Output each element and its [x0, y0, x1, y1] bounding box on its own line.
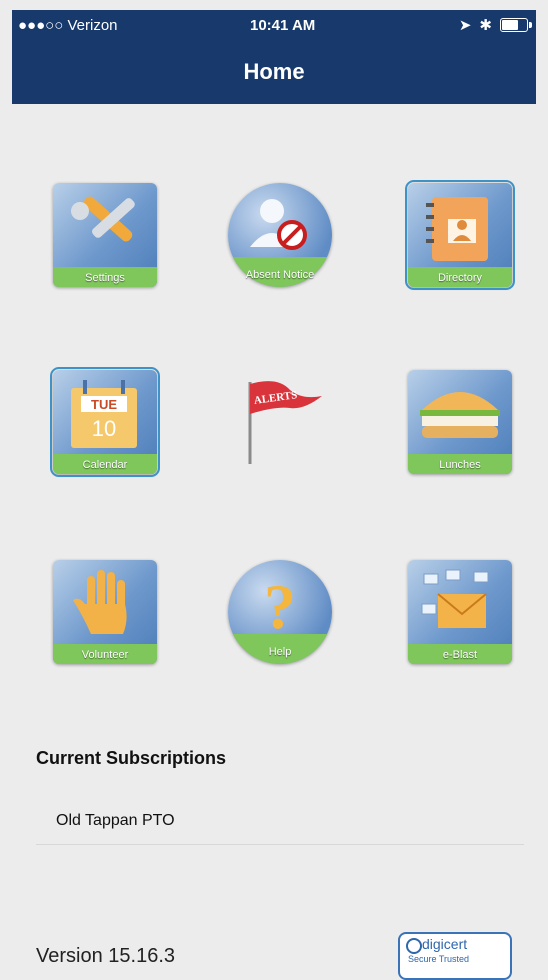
digicert-sub: Secure Trusted: [408, 954, 470, 964]
volunteer-tile[interactable]: Volunteer: [53, 560, 157, 664]
digicert-logo-icon: [406, 938, 422, 954]
svg-text:?: ?: [264, 571, 296, 642]
alert-flag-icon: ALERTS: [248, 381, 322, 464]
settings-tile[interactable]: Settings: [53, 183, 157, 287]
bluetooth-icon: ✱: [479, 17, 492, 34]
help-tile[interactable]: ? Help: [228, 560, 332, 664]
tile-label: Lunches: [439, 459, 481, 471]
subscription-item[interactable]: Old Tappan PTO: [36, 798, 524, 845]
calendar-day: TUE: [91, 397, 117, 412]
location-icon: ➤: [458, 17, 472, 34]
directory-tile[interactable]: Directory: [405, 180, 515, 290]
absent-notice-tile[interactable]: Absent Notice: [228, 183, 332, 287]
tile-label: Calendar: [82, 459, 128, 471]
tile-label: Help: [268, 646, 292, 658]
tile-label: e-Blast: [442, 649, 478, 661]
tile-label: Absent Notice: [245, 269, 315, 281]
battery-icon: [500, 18, 532, 32]
nav-bar: Home: [12, 40, 536, 104]
e-blast-tile[interactable]: e-Blast: [408, 560, 512, 664]
version-label: Version 15.16.3: [36, 945, 175, 967]
digicert-badge[interactable]: digicert Secure Trusted: [398, 932, 512, 980]
carrier-label: ●●●○○ Verizon: [18, 17, 118, 34]
subscription-label: Old Tappan PTO: [56, 812, 175, 829]
calendar-date: 10: [92, 416, 116, 441]
alerts-tile[interactable]: ALERTS: [228, 370, 332, 474]
tile-label: Volunteer: [81, 649, 129, 661]
lunches-tile[interactable]: Lunches: [408, 370, 512, 474]
tile-label: Settings: [85, 272, 125, 284]
status-bar: ●●●○○ Verizon 10:41 AM ➤ ✱: [12, 10, 536, 40]
subscriptions-heading: Current Subscriptions: [36, 748, 227, 768]
digicert-name: digicert: [422, 936, 468, 952]
status-icons: ➤ ✱: [458, 16, 532, 34]
page-title: Home: [243, 59, 305, 84]
calendar-tile[interactable]: TUE 10 Calendar: [50, 367, 160, 477]
tile-label: Directory: [437, 272, 482, 284]
clock: 10:41 AM: [250, 17, 316, 34]
